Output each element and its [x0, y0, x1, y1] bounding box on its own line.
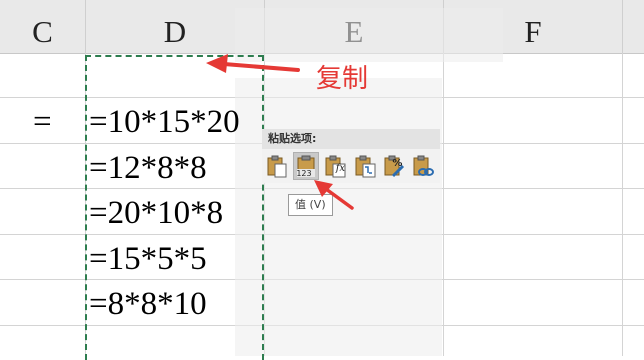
annotation-arrows — [206, 54, 354, 210]
copy-arrow — [206, 54, 300, 73]
paste-values-arrow — [314, 180, 354, 210]
copy-annotation-label: 复制 — [316, 64, 369, 94]
